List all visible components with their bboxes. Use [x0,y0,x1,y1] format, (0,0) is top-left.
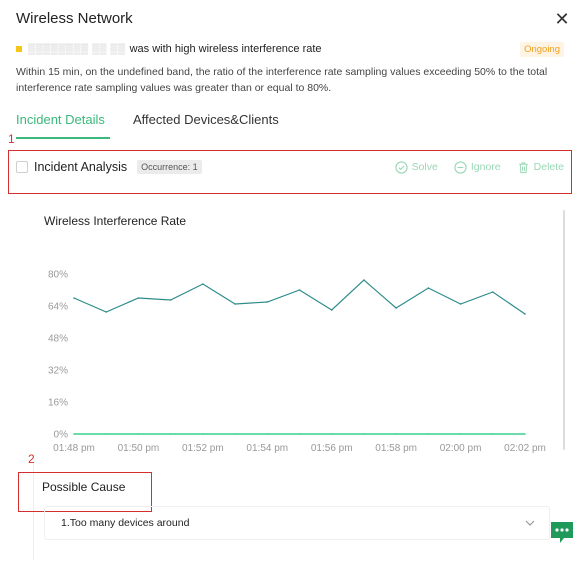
data-point [459,303,462,305]
y-tick-label: 32% [48,366,68,377]
chevron-down-icon [525,520,535,526]
data-point [524,313,526,315]
x-tick-label: 02:02 pm [504,443,546,454]
data-point [73,433,75,435]
x-tick-label: 01:48 pm [53,443,95,454]
data-point [459,433,462,435]
data-point [266,433,269,435]
data-point [73,297,75,299]
data-point [137,297,140,299]
x-tick-label: 01:52 pm [182,443,224,454]
data-point [395,433,397,435]
data-point [202,433,204,435]
data-point [363,433,365,435]
possible-cause-text: 1.Too many devices around [61,517,190,529]
data-point [105,433,108,435]
possible-cause-item[interactable]: 1.Too many devices around [44,506,550,540]
data-point [427,287,430,289]
data-point [330,309,333,311]
data-point [234,433,236,435]
data-point [491,291,494,293]
data-point [427,433,430,435]
data-point [266,301,269,303]
x-tick-label: 01:54 pm [246,443,288,454]
data-point [137,433,140,435]
possible-cause-title: Possible Cause [42,480,126,494]
data-point [395,307,397,309]
data-point [202,283,204,285]
x-tick-label: 01:56 pm [311,443,353,454]
y-tick-label: 16% [48,398,68,409]
data-point [491,433,494,435]
x-tick-label: 01:58 pm [375,443,417,454]
data-point [363,279,365,281]
series-line-1 [73,279,526,315]
y-tick-label: 48% [48,334,68,345]
data-point [298,289,301,291]
y-tick-label: 64% [48,302,68,313]
x-tick-label: 01:50 pm [118,443,160,454]
data-point [105,311,108,313]
data-point [169,299,172,301]
data-point [169,433,172,435]
data-point [298,433,301,435]
x-tick-label: 02:00 pm [440,443,482,454]
y-tick-label: 0% [54,430,69,441]
data-point [524,433,526,435]
data-point [234,303,236,305]
y-tick-label: 80% [48,270,68,281]
annotation-marker-2: 2 [28,452,35,466]
data-point [330,433,333,435]
chat-icon[interactable] [549,519,575,545]
